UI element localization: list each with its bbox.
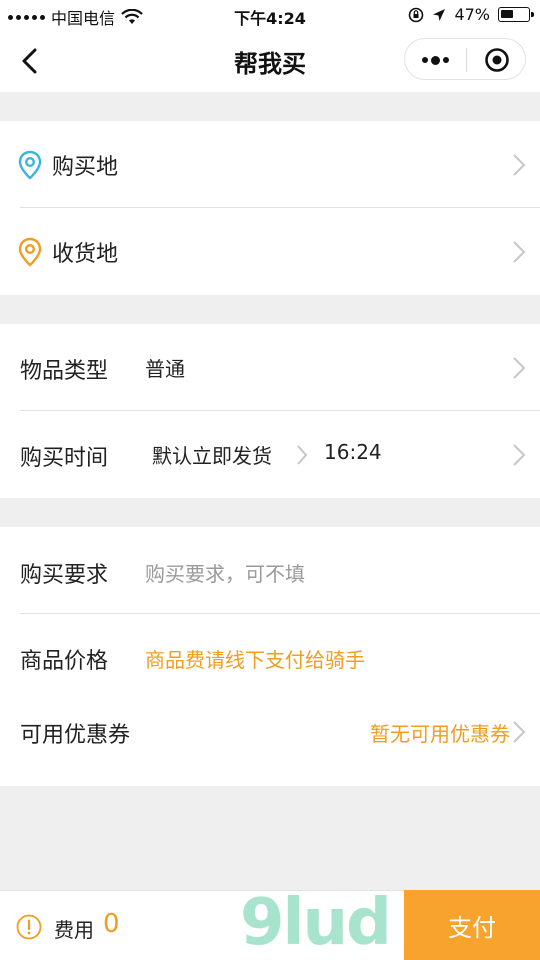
chevron-right-icon bbox=[513, 444, 526, 466]
nav-bar: 帮我买 bbox=[0, 30, 540, 92]
chevron-right-icon bbox=[513, 241, 526, 263]
requirement-label: 购买要求 bbox=[20, 563, 109, 588]
watermark: 9lud bbox=[240, 886, 392, 960]
coupon-label: 可用优惠券 bbox=[20, 723, 131, 748]
requirement-input[interactable]: 购买要求，可不填 bbox=[145, 558, 305, 587]
mini-program-capsule bbox=[404, 38, 526, 80]
status-bar: 中国电信 下午4:24 47% bbox=[0, 0, 540, 30]
fee-value: 0 bbox=[103, 909, 120, 939]
exclamation-circle-icon bbox=[16, 914, 42, 940]
fee-label: 费用 bbox=[54, 918, 94, 942]
item-card: 物品类型 普通 购买时间 默认立即发货 16:24 bbox=[0, 324, 540, 498]
delivery-location-label: 收货地 bbox=[52, 242, 119, 267]
chevron-right-icon bbox=[513, 357, 526, 379]
location-arrow-icon bbox=[433, 8, 446, 21]
orientation-lock-icon bbox=[409, 7, 424, 22]
more-dots-icon[interactable] bbox=[405, 39, 466, 81]
battery-icon bbox=[498, 7, 534, 22]
pay-button[interactable]: 支付 bbox=[404, 890, 540, 960]
chevron-right-icon bbox=[513, 154, 526, 176]
battery-percent: 47% bbox=[454, 5, 490, 24]
battery-fill bbox=[501, 10, 513, 18]
purchase-location-label: 购买地 bbox=[52, 155, 119, 180]
chevron-right-icon bbox=[513, 721, 526, 743]
chevron-right-icon bbox=[297, 445, 308, 465]
price-label: 商品价格 bbox=[20, 649, 109, 674]
price-value: 商品费请线下支付给骑手 bbox=[145, 648, 365, 672]
status-right: 47% bbox=[408, 5, 534, 24]
coupon-row[interactable]: 可用优惠券 暂无可用优惠券 bbox=[0, 700, 540, 786]
location-pin-icon bbox=[18, 237, 42, 267]
coupon-value: 暂无可用优惠券 bbox=[370, 722, 510, 746]
address-card: 购买地 收货地 bbox=[0, 121, 540, 295]
item-type-label: 物品类型 bbox=[20, 359, 109, 384]
target-circle-icon[interactable] bbox=[467, 39, 527, 81]
purchase-time-label: 购买时间 bbox=[20, 446, 109, 471]
purchase-time-value: 默认立即发货 bbox=[152, 444, 272, 468]
requirement-row[interactable]: 购买要求 购买要求，可不填 bbox=[0, 527, 540, 614]
item-type-row[interactable]: 物品类型 普通 bbox=[0, 324, 540, 411]
purchase-location-row[interactable]: 购买地 bbox=[0, 121, 540, 208]
price-row: 商品价格 商品费请线下支付给骑手 bbox=[0, 614, 540, 700]
delivery-location-row[interactable]: 收货地 bbox=[0, 208, 540, 295]
purchase-time-row[interactable]: 购买时间 默认立即发货 16:24 bbox=[0, 411, 540, 498]
item-type-value: 普通 bbox=[145, 357, 185, 381]
location-pin-icon bbox=[18, 150, 42, 180]
purchase-time-clock: 16:24 bbox=[324, 440, 382, 464]
details-card: 购买要求 购买要求，可不填 商品价格 商品费请线下支付给骑手 可用优惠券 暂无可… bbox=[0, 527, 540, 786]
